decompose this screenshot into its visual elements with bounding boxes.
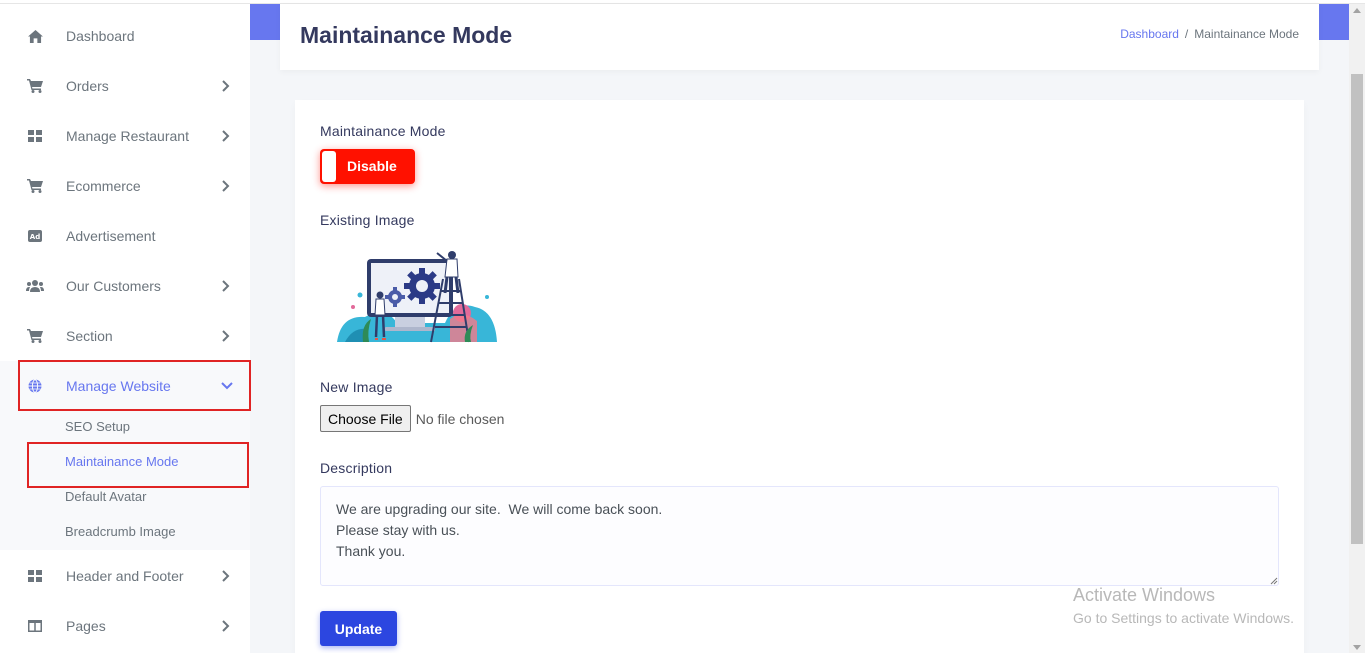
sidebar-item-manage-restaurant[interactable]: Manage Restaurant xyxy=(0,111,250,161)
sidebar-item-label: Ecommerce xyxy=(66,178,141,194)
grid-icon xyxy=(26,567,44,585)
highlight-box-manage-website xyxy=(18,360,251,411)
toggle-knob xyxy=(322,151,336,182)
page-title: Maintainance Mode xyxy=(300,22,513,48)
scroll-up-arrow-icon[interactable] xyxy=(1353,8,1361,13)
columns-icon xyxy=(26,617,44,635)
update-button[interactable]: Update xyxy=(320,611,397,646)
svg-text:Ad: Ad xyxy=(30,233,40,241)
sidebar-item-header-and-footer[interactable]: Header and Footer xyxy=(0,551,250,601)
ad-icon: Ad xyxy=(26,227,44,245)
description-label: Description xyxy=(320,460,393,476)
sidebar-item-label: Header and Footer xyxy=(66,568,184,584)
chevron-right-icon xyxy=(222,570,230,582)
file-status-text: No file chosen xyxy=(415,410,505,427)
scrollbar-thumb[interactable] xyxy=(1351,74,1363,544)
description-textarea[interactable]: We are upgrading our site. We will come … xyxy=(320,486,1279,586)
sidebar-item-advertisement[interactable]: Ad Advertisement xyxy=(0,211,250,261)
activate-windows-title: Activate Windows xyxy=(1073,585,1216,605)
maintenance-form-card: Maintainance Mode Disable Existing Image xyxy=(295,100,1304,653)
cart-icon xyxy=(26,77,44,95)
new-image-label: New Image xyxy=(320,379,393,395)
scroll-down-arrow-icon[interactable] xyxy=(1353,645,1361,650)
sidebar-item-label: Pages xyxy=(66,618,106,634)
cart-icon xyxy=(26,177,44,195)
choose-file-button[interactable]: Choose File xyxy=(320,405,411,432)
sidebar-item-label: Manage Restaurant xyxy=(66,128,189,144)
sidebar-item-label: Section xyxy=(66,328,113,344)
sidebar-item-ecommerce[interactable]: Ecommerce xyxy=(0,161,250,211)
breadcrumb-separator: / xyxy=(1184,27,1189,41)
grid-icon xyxy=(26,127,44,145)
highlight-box-maintainance-mode xyxy=(27,442,249,488)
section-header: Maintainance Mode Dashboard / Maintainance… xyxy=(280,4,1319,70)
submenu-item-default-avatar[interactable]: Default Avatar xyxy=(65,489,146,504)
new-image-file-input: Choose File No file chosen xyxy=(320,405,504,432)
sidebar-item-dashboard[interactable]: Dashboard xyxy=(0,11,250,61)
cart-icon xyxy=(26,327,44,345)
maintenance-illustration xyxy=(337,251,497,343)
sidebar-item-label: Dashboard xyxy=(66,28,135,44)
breadcrumb-link-dashboard[interactable]: Dashboard xyxy=(1120,27,1179,41)
users-icon xyxy=(26,277,44,295)
chevron-right-icon xyxy=(222,280,230,292)
toggle-label: Disable xyxy=(347,158,397,174)
chevron-right-icon xyxy=(222,130,230,142)
maintenance-mode-label: Maintainance Mode xyxy=(320,123,446,139)
activate-windows-subtitle: Go to Settings to activate Windows. xyxy=(1073,610,1294,626)
chevron-right-icon xyxy=(222,330,230,342)
breadcrumb-current: Maintainance Mode xyxy=(1194,27,1299,41)
maintenance-mode-toggle[interactable]: Disable xyxy=(320,149,415,184)
existing-image-label: Existing Image xyxy=(320,212,415,228)
sidebar-item-orders[interactable]: Orders xyxy=(0,61,250,111)
chevron-right-icon xyxy=(222,620,230,632)
chevron-right-icon xyxy=(222,180,230,192)
sidebar-item-pages[interactable]: Pages xyxy=(0,601,250,651)
sidebar: Dashboard Orders Manage Restaurant Ecomm… xyxy=(0,4,250,653)
chevron-right-icon xyxy=(222,80,230,92)
sidebar-item-label: Advertisement xyxy=(66,228,156,244)
breadcrumb: Dashboard / Maintainance Mode xyxy=(1120,27,1299,41)
submenu-item-seo-setup[interactable]: SEO Setup xyxy=(65,419,130,434)
sidebar-item-our-customers[interactable]: Our Customers xyxy=(0,261,250,311)
sidebar-item-section[interactable]: Section xyxy=(0,311,250,361)
submenu-item-breadcrumb-image[interactable]: Breadcrumb Image xyxy=(65,524,176,539)
sidebar-item-label: Our Customers xyxy=(66,278,161,294)
home-icon xyxy=(26,27,44,45)
textarea-resize-handle[interactable] xyxy=(1269,576,1278,585)
sidebar-item-label: Orders xyxy=(66,78,109,94)
